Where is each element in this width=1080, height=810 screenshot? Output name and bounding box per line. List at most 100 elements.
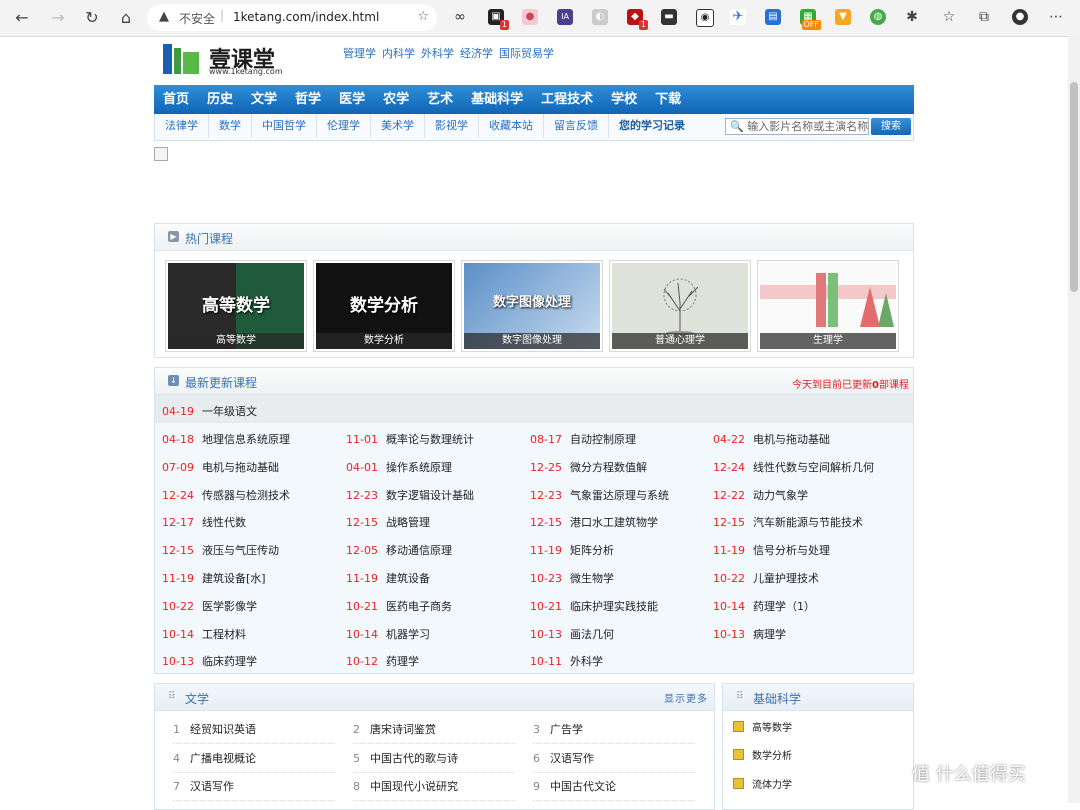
course-card[interactable]: 数字图像处理 数字图像处理 [461,260,603,352]
search-button[interactable]: 搜索 [871,118,911,135]
forward-icon[interactable]: → [48,8,68,28]
list-item[interactable]: 10-11 外科学 [530,653,603,669]
list-item[interactable]: 9 中国古代文论 [533,778,695,801]
list-item[interactable]: 12-23 气象雷达原理与系统 [530,487,669,503]
nav-basic-science[interactable]: 基础科学 [462,85,532,114]
infinity-extension-icon[interactable]: ∞ [452,9,468,25]
nav-schools[interactable]: 学校 [602,85,646,114]
pig-extension-icon[interactable]: ● [522,9,538,25]
list-item[interactable]: 11-19 建筑设备 [346,570,430,586]
list-item[interactable]: 10-14 工程材料 [162,626,246,642]
list-item[interactable]: 04-01 操作系统原理 [346,459,452,475]
list-item[interactable]: 10-22 儿童护理技术 [713,570,819,586]
search-input[interactable]: 🔍 输入影片名称或主演名称 [725,118,869,135]
extension-icon[interactable]: ▬ [661,9,677,25]
globe-extension-icon[interactable]: ◍ [870,9,886,25]
top-link[interactable]: 经济学 [460,47,493,60]
top-link[interactable]: 外科学 [421,47,454,60]
nav-medicine[interactable]: 医学 [330,85,374,114]
course-card[interactable]: 生理学 [757,260,899,352]
home-icon[interactable]: ⌂ [116,8,136,28]
list-item[interactable]: 10-13 临床药理学 [162,653,257,669]
top-link[interactable]: 管理学 [343,47,376,60]
feedback-link[interactable]: 留言反馈 [544,114,609,138]
list-item[interactable]: 4 广播电视概论 [173,750,335,773]
list-item[interactable]: 04-22 电机与拖动基础 [713,431,830,447]
course-card[interactable]: 数学分析 数学分析 [313,260,455,352]
subnav-item[interactable]: 美术学 [371,114,425,138]
subnav-item[interactable]: 中国哲学 [252,114,317,138]
list-item[interactable]: 12-15 战略管理 [346,514,430,530]
nav-literature[interactable]: 文学 [242,85,286,114]
list-item[interactable]: 12-05 移动通信原理 [346,542,452,558]
list-item[interactable]: 12-24 传感器与检测技术 [162,487,290,503]
nav-download[interactable]: 下载 [646,85,690,114]
list-item[interactable]: 10-21 医药电子商务 [346,598,452,614]
list-item[interactable]: 1 经贸知识英语 [173,721,335,744]
list-item[interactable]: 10-14 机器学习 [346,626,430,642]
list-item[interactable]: 12-22 动力气象学 [713,487,808,503]
nav-engineering[interactable]: 工程技术 [532,85,602,114]
list-item[interactable]: 10-22 医学影像学 [162,598,257,614]
list-item[interactable]: 6 汉语写作 [533,750,695,773]
list-item[interactable]: 04-19 一年级语文 [162,403,257,419]
list-item[interactable]: 08-17 自动控制原理 [530,431,636,447]
page-scrollbar[interactable] [1068,36,1080,803]
list-item[interactable]: 11-19 信号分析与处理 [713,542,830,558]
list-item[interactable]: 高等数学 [733,719,792,734]
ia-extension-icon[interactable]: IA [557,9,573,25]
list-item[interactable]: 12-15 港口水工建筑物学 [530,514,658,530]
course-card[interactable]: 普通心理学 [609,260,751,352]
list-item[interactable]: 11-19 建筑设备[水] [162,570,266,586]
back-icon[interactable]: ← [12,8,32,28]
list-item[interactable]: 7 汉语写作 [173,778,335,801]
favorites-icon[interactable]: ☆ [941,9,957,25]
list-item[interactable]: 8 中国现代小说研究 [353,778,515,801]
shield-extension-icon[interactable]: ▼ [835,9,851,25]
camera-extension-icon[interactable]: ◉ [696,9,714,27]
list-item[interactable]: 10-23 微生物学 [530,570,614,586]
list-item[interactable]: 11-01 概率论与数理统计 [346,431,474,447]
subnav-item[interactable]: 法律学 [155,114,209,138]
list-item[interactable]: 10-13 画法几何 [530,626,614,642]
list-item[interactable]: 04-18 地理信息系统原理 [162,431,290,447]
more-menu-icon[interactable]: ⋯ [1048,9,1064,25]
list-item[interactable]: 12-24 线性代数与空间解析几何 [713,459,874,475]
address-bar[interactable]: ▲ 不安全 | 1ketang.com/index.html ☆ [147,4,437,31]
shield-extension-icon[interactable]: ◆ 1 [627,9,648,30]
list-item[interactable]: 2 唐宋诗词鉴赏 [353,721,515,744]
extension-icon[interactable]: ▦ OFF [800,9,821,30]
list-item[interactable]: 10-13 病理学 [713,626,786,642]
subnav-item[interactable]: 伦理学 [317,114,371,138]
subnav-item[interactable]: 影视学 [425,114,479,138]
list-item[interactable]: 12-25 微分方程数值解 [530,459,647,475]
list-item[interactable]: 10-14 药理学（1） [713,598,815,614]
extensions-puzzle-icon[interactable]: ✱ [904,9,920,25]
highlighted-row[interactable]: 04-19 一年级语文 [155,395,913,423]
list-item[interactable]: 流体力学 [733,776,792,791]
course-card[interactable]: 高等数学 高等数学 [165,260,307,352]
bookmark-link[interactable]: 收藏本站 [479,114,544,138]
list-item[interactable]: 3 广告学 [533,721,695,744]
nav-home[interactable]: 首页 [154,85,198,114]
top-link[interactable]: 国际贸易学 [499,47,554,60]
extension-icon[interactable]: ▣ 1 [488,9,509,30]
list-item[interactable]: 10-21 临床护理实践技能 [530,598,658,614]
add-favorite-icon[interactable]: ☆ [417,9,429,24]
collections-icon[interactable]: ⧉ [976,9,992,25]
list-item[interactable]: 12-23 数字逻辑设计基础 [346,487,474,503]
bird-extension-icon[interactable]: ✈ [730,9,746,25]
profile-avatar[interactable]: ● [1012,9,1028,25]
nav-history[interactable]: 历史 [198,85,242,114]
list-item[interactable]: 07-09 电机与拖动基础 [162,459,279,475]
list-item[interactable]: 12-17 线性代数 [162,514,246,530]
list-item[interactable]: 12-15 液压与气压传动 [162,542,279,558]
extension-icon[interactable]: ◐ [592,9,608,25]
list-item[interactable]: 5 中国古代的歌与诗 [353,750,515,773]
study-record-link[interactable]: 您的学习记录 [609,114,695,138]
top-link[interactable]: 内科学 [382,47,415,60]
reload-icon[interactable]: ↻ [82,8,102,28]
nav-art[interactable]: 艺术 [418,85,462,114]
scrollbar-thumb[interactable] [1070,82,1078,292]
list-item[interactable]: 10-12 药理学 [346,653,419,669]
